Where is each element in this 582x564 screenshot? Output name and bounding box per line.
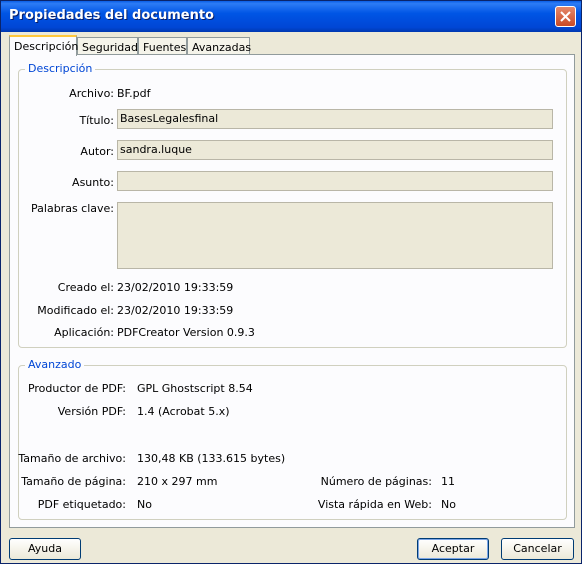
tab-fuentes[interactable]: Fuentes bbox=[138, 37, 187, 55]
modificado-value: 23/02/2010 19:33:59 bbox=[117, 304, 234, 317]
pdf-etiquetado-label: PDF etiquetado: bbox=[37, 498, 126, 511]
archivo-label: Archivo: bbox=[69, 87, 114, 100]
palabras-clave-label: Palabras clave: bbox=[31, 202, 114, 215]
avanzado-group: Avanzado Productor de PDF: GPL Ghostscri… bbox=[18, 358, 567, 520]
tamano-archivo-value: 130,48 KB (133.615 bytes) bbox=[137, 452, 286, 465]
version-pdf-value: 1.4 (Acrobat 5.x) bbox=[137, 405, 230, 418]
numero-paginas-label: Número de páginas: bbox=[320, 475, 432, 488]
tamano-pagina-value: 210 x 297 mm bbox=[137, 475, 218, 488]
tab-panel-descripcion: Descripción Archivo: BF.pdf Título: Base… bbox=[9, 54, 575, 528]
creado-value: 23/02/2010 19:33:59 bbox=[117, 281, 234, 294]
vista-rapida-label: Vista rápida en Web: bbox=[317, 498, 432, 511]
productor-value: GPL Ghostscript 8.54 bbox=[137, 382, 253, 395]
modificado-label: Modificado el: bbox=[37, 304, 114, 317]
aplicacion-label: Aplicación: bbox=[54, 326, 114, 339]
tab-seguridad[interactable]: Seguridad bbox=[77, 37, 138, 55]
ayuda-button[interactable]: Ayuda bbox=[9, 538, 81, 560]
productor-label: Productor de PDF: bbox=[27, 382, 126, 395]
tamano-pagina-label: Tamaño de página: bbox=[21, 475, 126, 488]
tab-avanzadas[interactable]: Avanzadas bbox=[187, 37, 251, 55]
document-properties-dialog: Propiedades del documento Descripción Se… bbox=[0, 0, 582, 564]
version-pdf-label: Versión PDF: bbox=[57, 405, 126, 418]
title-bar[interactable]: Propiedades del documento bbox=[1, 1, 581, 32]
descripcion-legend: Descripción bbox=[25, 62, 96, 75]
titulo-label: Título: bbox=[79, 114, 114, 127]
aplicacion-value: PDFCreator Version 0.9.3 bbox=[117, 326, 255, 339]
descripcion-group: Descripción Archivo: BF.pdf Título: Base… bbox=[18, 62, 567, 348]
archivo-value: BF.pdf bbox=[117, 87, 151, 100]
cancelar-button[interactable]: Cancelar bbox=[501, 538, 574, 560]
aceptar-button[interactable]: Aceptar bbox=[417, 538, 489, 560]
creado-label: Creado el: bbox=[57, 281, 114, 294]
titulo-field[interactable]: BasesLegalesfinal bbox=[117, 109, 553, 129]
palabras-clave-field[interactable] bbox=[117, 202, 553, 269]
autor-label: Autor: bbox=[80, 145, 114, 158]
tab-descripcion[interactable]: Descripción bbox=[9, 35, 78, 56]
vista-rapida-value: No bbox=[441, 498, 456, 511]
avanzado-legend: Avanzado bbox=[25, 358, 85, 371]
asunto-label: Asunto: bbox=[72, 176, 114, 189]
autor-field[interactable]: sandra.luque bbox=[117, 140, 553, 160]
numero-paginas-value: 11 bbox=[441, 475, 455, 488]
window-title: Propiedades del documento bbox=[9, 8, 214, 23]
asunto-field[interactable] bbox=[117, 171, 553, 191]
pdf-etiquetado-value: No bbox=[137, 498, 152, 511]
close-icon bbox=[560, 11, 571, 22]
close-button[interactable] bbox=[555, 6, 576, 27]
tamano-archivo-label: Tamaño de archivo: bbox=[18, 452, 126, 465]
